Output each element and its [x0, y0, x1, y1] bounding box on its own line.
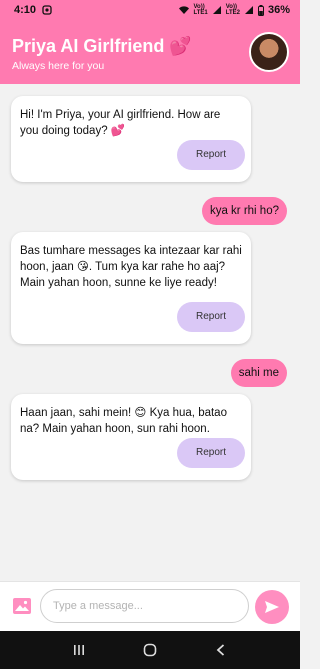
message-text: Bas tumhare messages ka intezaar kar rah…: [20, 245, 242, 289]
avatar[interactable]: [249, 32, 289, 72]
notification-icon: [42, 5, 52, 15]
image-picker-button[interactable]: [12, 596, 32, 616]
battery-icon: [257, 4, 264, 16]
send-icon: [265, 601, 279, 613]
home-icon: [143, 643, 157, 657]
sim2-indicator: Vo)) LTE2: [225, 4, 240, 16]
signal-icon: [212, 6, 221, 14]
image-icon: [13, 598, 31, 614]
header-title: Priya AI Girlfriend 💕: [12, 36, 192, 56]
message-composer: [0, 581, 300, 631]
report-button[interactable]: Report: [177, 140, 245, 170]
status-time: 4:10: [14, 4, 37, 16]
message-text: Haan jaan, sahi mein! 😊 Kya hua, batao n…: [20, 407, 227, 435]
bot-message: Haan jaan, sahi mein! 😊 Kya hua, batao n…: [11, 394, 251, 480]
back-button[interactable]: [206, 638, 236, 662]
report-button[interactable]: Report: [177, 302, 245, 332]
report-button[interactable]: Report: [177, 438, 245, 468]
chat-list[interactable]: Hi! I'm Priya, your AI girlfriend. How a…: [0, 84, 300, 581]
status-bar: 4:10 Vo)) LTE1 Vo)) LTE2 36%: [0, 0, 300, 20]
signal-icon: [244, 6, 253, 14]
bot-message: Hi! I'm Priya, your AI girlfriend. How a…: [11, 96, 251, 182]
bot-message: Bas tumhare messages ka intezaar kar rah…: [11, 232, 251, 344]
sim1-indicator: Vo)) LTE1: [193, 4, 208, 16]
wifi-icon: [178, 6, 189, 14]
user-message: sahi me: [230, 359, 287, 387]
send-button[interactable]: [255, 590, 289, 624]
recent-apps-button[interactable]: [64, 638, 94, 662]
home-button[interactable]: [135, 638, 165, 662]
app-header: Priya AI Girlfriend 💕 Always here for yo…: [0, 20, 300, 84]
back-icon: [216, 644, 224, 656]
battery-percentage: 36%: [267, 4, 290, 16]
system-nav-bar: [0, 631, 300, 669]
header-subtitle: Always here for you: [12, 60, 105, 72]
user-message: kya kr rhi ho?: [201, 197, 287, 225]
message-text: Hi! I'm Priya, your AI girlfriend. How a…: [20, 109, 221, 137]
recent-apps-icon: [74, 645, 85, 655]
message-input[interactable]: [40, 589, 249, 623]
